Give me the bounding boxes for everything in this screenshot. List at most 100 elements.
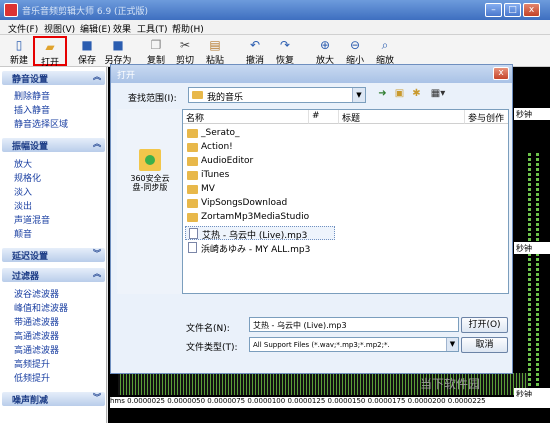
sidebar-item-treble-boost[interactable]: 高频提升 <box>14 357 50 370</box>
app-window: 音乐音频剪辑大师 6.9 (正式版) – □ x 文件(F) 视图(V) 编辑(… <box>0 0 550 423</box>
menu-help[interactable]: 帮助(H) <box>172 22 204 35</box>
new-icon: ▯ <box>15 38 23 52</box>
close-button[interactable]: x <box>523 3 540 17</box>
maximize-button[interactable]: □ <box>504 3 521 17</box>
chevron-down-icon: ▼ <box>352 88 365 102</box>
view-menu-icon[interactable]: ▦▾ <box>426 87 450 101</box>
section-delay[interactable]: 延迟设置 ︾ <box>2 248 105 262</box>
folder-icon <box>187 171 198 180</box>
sidebar-item-filter-5[interactable]: 高通滤波器 <box>14 343 59 356</box>
new-button[interactable]: ▯ 新建 <box>4 36 34 66</box>
copy-button[interactable]: ❐ 复制 <box>141 36 171 66</box>
audio-file-icon <box>189 228 198 239</box>
list-item[interactable]: MV <box>185 183 365 197</box>
open-file-dialog: 打开 x 查找范围(I): 我的音乐 ▼ ➜ ▣ ✱ ▦▾ 360安全云盘-同步… <box>110 64 513 374</box>
place-360-cloud[interactable]: 360安全云盘-同步版 <box>125 149 175 192</box>
sidebar-item-fade-in[interactable]: 淡入 <box>14 185 32 198</box>
redo-button[interactable]: ↷ 恢复 <box>270 36 300 66</box>
time-ruler: hms 0.0000025 0.0000050 0.0000075 0.0000… <box>110 397 550 408</box>
zoom-out-icon: ⊖ <box>349 38 361 52</box>
folder-icon <box>187 213 198 222</box>
folder-icon <box>187 157 198 166</box>
file-list[interactable]: 名称 # 标题 参与创作 _Serato_ Action! AudioEdito… <box>182 109 509 294</box>
chevron-up-icon: ︽ <box>93 139 101 148</box>
toolbar: ▯ 新建 ▰ 打开 ■ 保存 ■ 另存为 ❐ 复制 ✂ 剪切 ▤ 粘贴 ↶ 撤消 ↷ 恢复 ⊕ 放大… <box>0 35 550 68</box>
level-meter-right <box>536 153 539 393</box>
undo-icon: ↶ <box>249 38 261 52</box>
list-item[interactable]: ZortamMp3MediaStudio <box>185 211 365 225</box>
look-in-label: 查找范围(I): <box>128 94 177 104</box>
sidebar-item-amplify[interactable]: 放大 <box>14 157 32 170</box>
sidebar-item-channel-mix[interactable]: 声道混音 <box>14 213 50 226</box>
new-folder-icon[interactable]: ✱ <box>409 87 424 101</box>
up-folder-icon[interactable]: ▣ <box>392 87 407 101</box>
chevron-up-icon: ︽ <box>93 72 101 81</box>
zoom-in-button[interactable]: ⊕ 放大 <box>310 36 340 66</box>
sidebar-item-fade-out[interactable]: 淡出 <box>14 199 32 212</box>
open-folder-icon: ▰ <box>45 40 55 54</box>
folder-icon <box>187 129 198 138</box>
open-button[interactable]: 打开(O) <box>461 317 508 333</box>
zoom-in-icon: ⊕ <box>319 38 331 52</box>
undo-button[interactable]: ↶ 撤消 <box>240 36 270 66</box>
sidebar-item-delete-silence[interactable]: 删除静音 <box>14 89 50 102</box>
menu-tools[interactable]: 工具(T) <box>137 22 168 35</box>
column-number[interactable]: # <box>309 110 339 124</box>
zoom-button[interactable]: ⌕ 缩放 <box>370 36 400 66</box>
zoom-out-button[interactable]: ⊖ 缩小 <box>340 36 370 66</box>
audio-file-icon <box>188 242 197 253</box>
sidebar-item-bass-boost[interactable]: 低频提升 <box>14 371 50 384</box>
section-amplitude[interactable]: 振幅设置 ︽ <box>2 138 105 152</box>
filename-label: 文件名(N): <box>186 324 230 334</box>
folder-icon <box>187 143 198 152</box>
filename-input[interactable]: 艾热 - 乌云中 (Live).mp3 <box>249 317 459 332</box>
list-item-selected[interactable]: 艾热 - 乌云中 (Live).mp3 <box>185 226 335 241</box>
list-item[interactable]: iTunes <box>185 169 365 183</box>
paste-icon: ▤ <box>209 38 221 52</box>
sidebar-item-filter-1[interactable]: 波谷滤波器 <box>14 287 59 300</box>
menu-edit[interactable]: 编辑(E) <box>80 22 111 35</box>
cut-icon: ✂ <box>179 38 191 52</box>
back-icon[interactable]: ➜ <box>375 87 390 101</box>
look-in-select[interactable]: 我的音乐 ▼ <box>188 87 366 103</box>
menu-effects[interactable]: 效果 <box>113 22 131 35</box>
list-item[interactable]: Action! <box>185 141 365 155</box>
sidebar-item-filter-3[interactable]: 带通滤波器 <box>14 315 59 328</box>
copy-icon: ❐ <box>150 38 162 52</box>
list-item[interactable]: _Serato_ <box>185 127 365 141</box>
sidebar-item-reverse[interactable]: 颠音 <box>14 227 32 240</box>
cancel-button[interactable]: 取消 <box>461 337 508 353</box>
sidebar-item-filter-2[interactable]: 峰值和滤波器 <box>14 301 68 314</box>
minimize-button[interactable]: – <box>485 3 502 17</box>
filetype-label: 文件类型(T): <box>186 343 238 353</box>
level-meter-left <box>528 153 531 393</box>
list-item[interactable]: VipSongsDownload <box>185 197 365 211</box>
list-item[interactable]: AudioEditor <box>185 155 365 169</box>
save-button[interactable]: ■ 保存 <box>72 36 102 66</box>
dialog-title-bar: 打开 x <box>111 65 512 83</box>
column-name[interactable]: 名称 <box>183 110 309 124</box>
save-as-button[interactable]: ■ 另存为 <box>102 36 134 66</box>
chevron-down-icon: ▼ <box>446 338 458 351</box>
menu-file[interactable]: 文件(F) <box>8 22 38 35</box>
title-bar: 音乐音频剪辑大师 6.9 (正式版) – □ x <box>0 0 550 20</box>
sidebar-item-insert-silence[interactable]: 插入静音 <box>14 103 50 116</box>
column-title[interactable]: 标题 <box>339 110 465 124</box>
sidebar-item-normalize[interactable]: 规格化 <box>14 171 41 184</box>
section-noise-reduction[interactable]: 噪声削减 ︾ <box>2 392 105 406</box>
cut-button[interactable]: ✂ 剪切 <box>170 36 200 66</box>
sidebar-item-silence-selection[interactable]: 静音选择区域 <box>14 117 68 130</box>
sidebar-item-filter-4[interactable]: 高通滤波器 <box>14 329 59 342</box>
dialog-close-button[interactable]: x <box>493 67 509 80</box>
column-artist[interactable]: 参与创作 <box>465 110 508 124</box>
filetype-select[interactable]: All Support Files (*.wav;*.mp3;*.mp2;*. … <box>249 337 459 352</box>
dialog-title: 打开 <box>117 71 136 81</box>
list-item[interactable]: 浜崎あゆみ - MY ALL.mp3 <box>185 241 365 255</box>
open-button[interactable]: ▰ 打开 <box>33 36 67 68</box>
watermark: 当下软件园 <box>420 377 481 391</box>
cloud-drive-icon <box>139 149 161 171</box>
section-filters[interactable]: 过滤器 ︽ <box>2 268 105 282</box>
section-silence[interactable]: 静音设置 ︽ <box>2 71 105 85</box>
paste-button[interactable]: ▤ 粘贴 <box>200 36 230 66</box>
menu-view[interactable]: 视图(V) <box>44 22 75 35</box>
